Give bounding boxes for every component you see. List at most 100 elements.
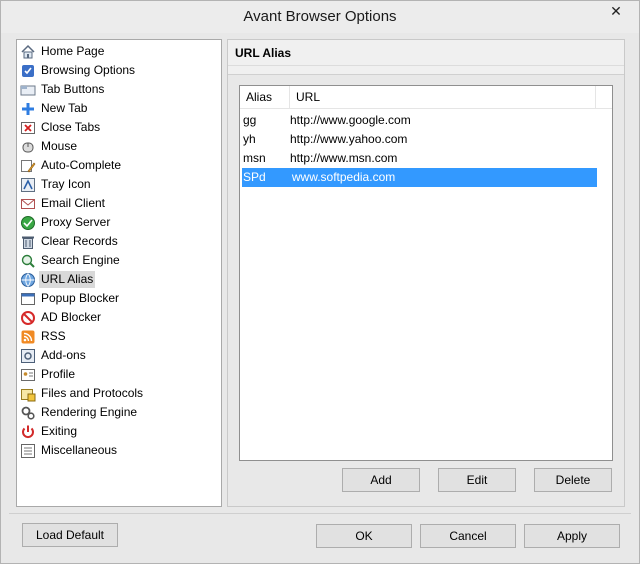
list-item-selected[interactable]: SPd www.softpedia.com xyxy=(242,168,597,187)
delete-button[interactable]: Delete xyxy=(534,468,612,492)
gears-icon xyxy=(20,405,36,421)
add-button[interactable]: Add xyxy=(342,468,420,492)
nav-item-label: Tab Buttons xyxy=(41,82,105,96)
nav-item-label: Auto-Complete xyxy=(41,158,122,172)
close-button[interactable]: ✕ xyxy=(601,1,631,21)
nav-item-tab-buttons[interactable]: Tab Buttons xyxy=(20,80,221,99)
nav-item-exiting[interactable]: Exiting xyxy=(20,422,221,441)
nav-item-ad-blocker[interactable]: AD Blocker xyxy=(20,308,221,327)
tray-icon xyxy=(20,177,36,193)
panel-header: URL Alias xyxy=(228,40,624,66)
nav-item-label: Profile xyxy=(41,367,76,381)
nav-item-auto-complete[interactable]: Auto-Complete xyxy=(20,156,221,175)
files-protocols-icon xyxy=(20,386,36,402)
column-header-url[interactable]: URL xyxy=(290,86,596,109)
column-header-alias[interactable]: Alias xyxy=(240,86,290,109)
window-title: Avant Browser Options xyxy=(243,8,397,25)
cancel-button[interactable]: Cancel xyxy=(420,524,516,548)
nav-item-label: Browsing Options xyxy=(41,63,136,77)
ok-button[interactable]: OK xyxy=(316,524,412,548)
alias-cell: SPd xyxy=(243,170,266,184)
nav-item-label: New Tab xyxy=(41,101,88,115)
add-ons-icon xyxy=(20,348,36,364)
footer-divider xyxy=(9,513,631,514)
nav-item-label: RSS xyxy=(41,329,66,343)
nav-item-files-and-protocols[interactable]: Files and Protocols xyxy=(20,384,221,403)
nav-item-search-engine[interactable]: Search Engine xyxy=(20,251,221,270)
nav-item-label: Search Engine xyxy=(41,253,120,267)
nav-item-popup-blocker[interactable]: Popup Blocker xyxy=(20,289,221,308)
load-default-button[interactable]: Load Default xyxy=(22,523,118,547)
nav-item-new-tab[interactable]: New Tab xyxy=(20,99,221,118)
url-cell: http://www.msn.com xyxy=(290,151,398,165)
nav-item-rendering-engine[interactable]: Rendering Engine xyxy=(20,403,221,422)
no-entry-icon xyxy=(20,310,36,326)
options-window: Avant Browser Options ✕ Home Page Browsi… xyxy=(0,0,640,564)
list-header: Alias URL xyxy=(240,86,612,109)
nav-item-tray-icon[interactable]: Tray Icon xyxy=(20,175,221,194)
nav-item-label: Clear Records xyxy=(41,234,118,248)
popup-blocker-icon xyxy=(20,291,36,307)
search-engine-icon xyxy=(20,253,36,269)
url-alias-panel: URL Alias Alias URL gg http://www.google… xyxy=(227,39,625,507)
nav-item-label: Home Page xyxy=(41,44,105,58)
nav-item-label: Mouse xyxy=(41,139,78,153)
power-icon xyxy=(20,424,36,440)
list-item[interactable]: yh http://www.yahoo.com xyxy=(240,130,612,149)
nav-item-proxy-server[interactable]: Proxy Server xyxy=(20,213,221,232)
nav-item-home-page[interactable]: Home Page xyxy=(20,42,221,61)
nav-item-label: Rendering Engine xyxy=(41,405,138,419)
url-cell: http://www.yahoo.com xyxy=(290,132,408,146)
auto-complete-icon xyxy=(20,158,36,174)
nav-item-label: Popup Blocker xyxy=(41,291,120,305)
nav-item-label: Proxy Server xyxy=(41,215,111,229)
plus-icon xyxy=(20,101,36,117)
nav-item-mouse[interactable]: Mouse xyxy=(20,137,221,156)
browsing-options-icon xyxy=(20,63,36,79)
title-bar: Avant Browser Options ✕ xyxy=(1,1,639,33)
alias-cell: gg xyxy=(243,113,257,127)
nav-item-url-alias[interactable]: URL Alias xyxy=(20,270,221,289)
nav-item-label: Add-ons xyxy=(41,348,86,362)
nav-item-miscellaneous[interactable]: Miscellaneous xyxy=(20,441,221,460)
nav-item-label: Close Tabs xyxy=(41,120,101,134)
miscellaneous-icon xyxy=(20,443,36,459)
rss-icon xyxy=(20,329,36,345)
profile-icon xyxy=(20,367,36,383)
apply-button[interactable]: Apply xyxy=(524,524,620,548)
url-cell: http://www.google.com xyxy=(290,113,411,127)
nav-item-rss[interactable]: RSS xyxy=(20,327,221,346)
proxy-server-icon xyxy=(20,215,36,231)
globe-icon xyxy=(20,272,36,288)
mouse-icon xyxy=(20,139,36,155)
nav-item-label: Email Client xyxy=(41,196,106,210)
nav-item-label: URL Alias xyxy=(39,271,96,288)
alias-cell: yh xyxy=(243,132,256,146)
nav-item-label: Exiting xyxy=(41,424,78,438)
nav-item-label: Files and Protocols xyxy=(41,386,144,400)
email-icon xyxy=(20,196,36,212)
nav-item-label: Tray Icon xyxy=(41,177,91,191)
list-item[interactable]: gg http://www.google.com xyxy=(240,111,612,130)
close-icon: ✕ xyxy=(610,3,622,19)
url-alias-list[interactable]: Alias URL gg http://www.google.com yh ht… xyxy=(239,85,613,461)
edit-button[interactable]: Edit xyxy=(438,468,516,492)
url-cell: www.softpedia.com xyxy=(291,170,396,184)
list-item[interactable]: msn http://www.msn.com xyxy=(240,149,612,168)
options-nav-tree[interactable]: Home Page Browsing Options Tab Buttons N… xyxy=(16,39,222,507)
nav-item-email-client[interactable]: Email Client xyxy=(20,194,221,213)
nav-item-clear-records[interactable]: Clear Records xyxy=(20,232,221,251)
nav-item-label: AD Blocker xyxy=(41,310,102,324)
home-icon xyxy=(20,44,36,60)
nav-item-label: Miscellaneous xyxy=(41,443,118,457)
nav-item-close-tabs[interactable]: Close Tabs xyxy=(20,118,221,137)
tab-buttons-icon xyxy=(20,82,36,98)
panel-content: Alias URL gg http://www.google.com yh ht… xyxy=(228,74,624,506)
panel-title: URL Alias xyxy=(235,46,292,60)
nav-item-profile[interactable]: Profile xyxy=(20,365,221,384)
alias-cell: msn xyxy=(243,151,266,165)
trash-icon xyxy=(20,234,36,250)
nav-item-add-ons[interactable]: Add-ons xyxy=(20,346,221,365)
nav-item-browsing-options[interactable]: Browsing Options xyxy=(20,61,221,80)
close-tabs-icon xyxy=(20,120,36,136)
